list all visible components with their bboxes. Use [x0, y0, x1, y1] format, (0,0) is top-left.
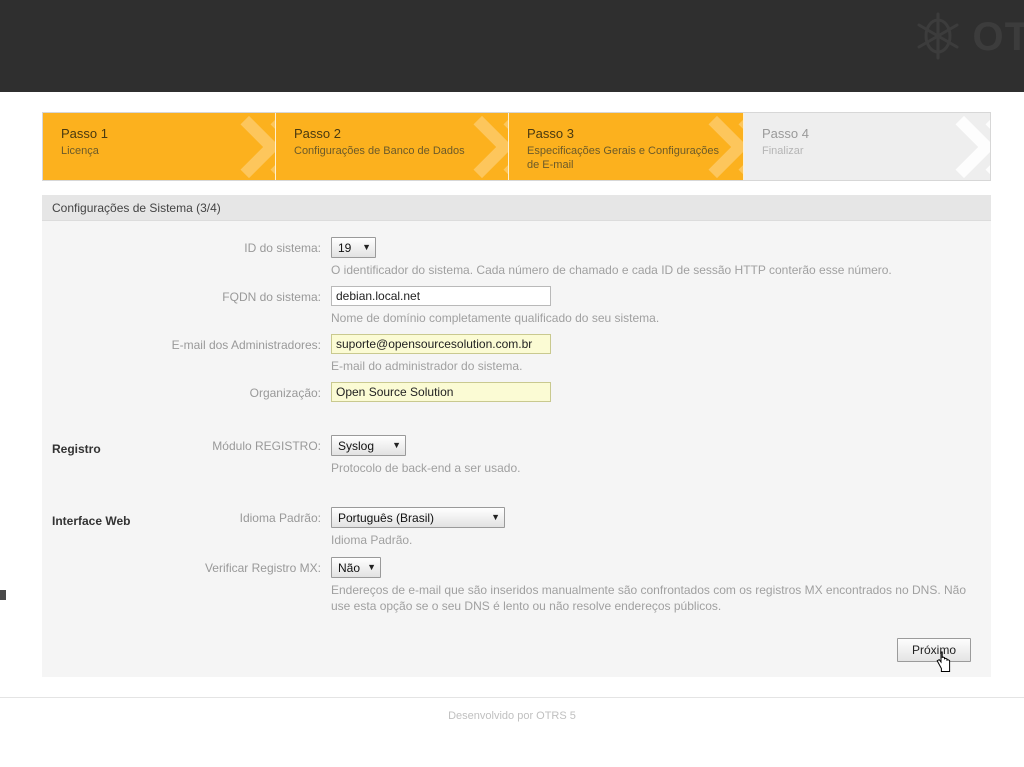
- wizard-step-bar: Passo 1 Licença Passo 2 Configurações de…: [42, 112, 991, 181]
- next-button[interactable]: Próximo: [896, 638, 971, 662]
- wizard-step-2-subtitle: Configurações de Banco de Dados: [294, 145, 465, 157]
- page-title: Configurações de Sistema (3/4): [52, 200, 221, 215]
- chevron-down-icon: ▼: [367, 562, 376, 572]
- wizard-step-2-title: Passo 2: [294, 126, 341, 141]
- wizard-step-4[interactable]: Passo 4 Finalizar: [744, 113, 990, 180]
- wizard-step-4-title: Passo 4: [762, 126, 809, 141]
- wizard-step-1[interactable]: Passo 1 Licença: [43, 113, 276, 180]
- system-id-value: 19: [338, 240, 352, 255]
- wizard-step-3-title: Passo 3: [527, 126, 574, 141]
- check-mx-value: Não: [338, 560, 361, 575]
- system-settings-panel: Configurações de Sistema (3/4) ID do sis…: [42, 195, 991, 677]
- footer-text: Desenvolvido por OTRS 5: [448, 710, 576, 722]
- admin-email-label: E-mail dos Administradores:: [171, 338, 321, 352]
- log-module-select[interactable]: Syslog ▼: [331, 435, 406, 456]
- admin-email-input[interactable]: [331, 334, 551, 354]
- admin-email-hint: E-mail do administrador do sistema.: [331, 359, 523, 373]
- wizard-step-1-title: Passo 1: [61, 126, 108, 141]
- default-language-hint: Idioma Padrão.: [331, 533, 413, 547]
- fqdn-label: FQDN do sistema:: [222, 290, 321, 304]
- wizard-step-3-subtitle: Especificações Gerais e Configurações de…: [527, 145, 719, 171]
- form-row-default-language: Idioma Padrão: Português (Brasil) ▼ Idio…: [42, 507, 991, 548]
- wizard-step-3[interactable]: Passo 3 Especificações Gerais e Configur…: [509, 113, 744, 180]
- wizard-step-1-subtitle: Licença: [61, 145, 99, 157]
- chevron-down-icon: ▼: [362, 242, 371, 252]
- system-id-hint: O identificador do sistema. Cada número …: [331, 263, 892, 277]
- organization-label: Organização:: [249, 386, 321, 400]
- otrs-logo: OT: [912, 10, 1024, 64]
- fqdn-input[interactable]: [331, 286, 551, 306]
- form-row-log-module: Módulo REGISTRO: Syslog ▼ Protocolo de b…: [42, 435, 991, 476]
- chevron-down-icon: ▼: [392, 440, 401, 450]
- form-row-check-mx: Verificar Registro MX: Não ▼ Endereços d…: [42, 557, 991, 614]
- default-language-value: Português (Brasil): [338, 510, 435, 525]
- log-module-hint: Protocolo de back-end a ser usado.: [331, 461, 521, 475]
- check-mx-hint: Endereços de e-mail que são inseridos ma…: [331, 583, 966, 613]
- chevron-down-icon: ▼: [491, 512, 500, 522]
- footer-divider: [0, 697, 1024, 698]
- organization-input[interactable]: [331, 382, 551, 402]
- form-row-fqdn: FQDN do sistema: Nome de domínio complet…: [42, 286, 991, 326]
- system-id-label: ID do sistema:: [244, 241, 321, 255]
- form-actions: Próximo: [896, 638, 971, 662]
- wizard-step-2[interactable]: Passo 2 Configurações de Banco de Dados: [276, 113, 509, 180]
- viewport-edge-artifact: [0, 590, 6, 600]
- system-id-select[interactable]: 19 ▼: [331, 237, 376, 258]
- form-row-system-id: ID do sistema: 19 ▼ O identificador do s…: [42, 237, 991, 278]
- app-header: OT: [0, 0, 1024, 92]
- section-header-interface-web: Interface Web: [52, 514, 131, 528]
- wizard-step-4-subtitle: Finalizar: [762, 145, 804, 157]
- otrs-asterisk-icon: [912, 10, 964, 64]
- check-mx-select[interactable]: Não ▼: [331, 557, 381, 578]
- check-mx-label: Verificar Registro MX:: [204, 561, 321, 575]
- fqdn-hint: Nome de domínio completamente qualificad…: [331, 311, 660, 325]
- section-header-registro: Registro: [52, 442, 101, 456]
- default-language-select[interactable]: Português (Brasil) ▼: [331, 507, 505, 528]
- system-settings-form: ID do sistema: 19 ▼ O identificador do s…: [42, 221, 991, 614]
- brand-text: OT: [972, 15, 1024, 59]
- panel-header: Configurações de Sistema (3/4): [42, 195, 991, 221]
- form-row-organization: Organização:: [42, 382, 991, 404]
- log-module-value: Syslog: [338, 438, 375, 453]
- form-row-admin-email: E-mail dos Administradores: E-mail do ad…: [42, 334, 991, 374]
